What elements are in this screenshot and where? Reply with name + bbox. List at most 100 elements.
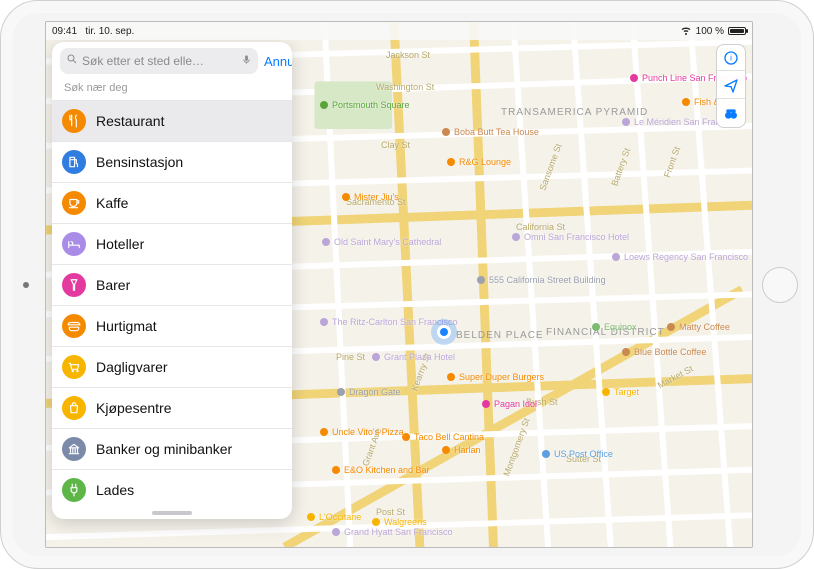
search-panel: Annuller Søk nær deg Restaurant Bensinsta… (52, 42, 292, 519)
category-row-bensinstasjon[interactable]: Bensinstasjon (52, 141, 292, 182)
category-row-dagligvarer[interactable]: Dagligvarer (52, 346, 292, 387)
poi-dot[interactable] (477, 276, 485, 284)
category-row-barer[interactable]: Barer (52, 264, 292, 305)
status-bar: 09:41 tir. 10. sep. 100 % (46, 22, 752, 40)
category-row-hoteller[interactable]: Hoteller (52, 223, 292, 264)
poi-dot[interactable] (372, 518, 380, 526)
poi-dot[interactable] (320, 318, 328, 326)
dictation-icon[interactable] (241, 52, 252, 70)
poi-dot[interactable] (447, 373, 455, 381)
glass-icon (62, 273, 86, 297)
fork-knife-icon (62, 109, 86, 133)
category-label: Kjøpesentre (96, 400, 171, 416)
poi-label[interactable]: Pagan Idol (494, 399, 537, 409)
poi-dot[interactable] (542, 450, 550, 458)
poi-label[interactable]: Grand Hyatt San Francisco (344, 527, 453, 537)
category-row-kj-pesentre[interactable]: Kjøpesentre (52, 387, 292, 428)
category-row-banker-og-minibanker[interactable]: Banker og minibanker (52, 428, 292, 469)
category-label: Hurtigmat (96, 318, 157, 334)
poi-label[interactable]: Target (614, 387, 639, 397)
poi-dot[interactable] (667, 323, 675, 331)
poi-dot[interactable] (447, 158, 455, 166)
search-field[interactable] (60, 48, 258, 74)
district-label: TRANSAMERICA PYRAMID (501, 107, 648, 118)
poi-dot[interactable] (512, 233, 520, 241)
poi-dot[interactable] (372, 353, 380, 361)
sheet-drag-handle[interactable] (152, 511, 192, 515)
category-row-hurtigmat[interactable]: Hurtigmat (52, 305, 292, 346)
search-icon (66, 52, 78, 70)
poi-dot[interactable] (342, 193, 350, 201)
front-camera (23, 282, 29, 288)
poi-dot[interactable] (592, 323, 600, 331)
category-list[interactable]: Restaurant Bensinstasjon Kaffe Hoteller Bare… (52, 100, 292, 505)
poi-dot[interactable] (332, 466, 340, 474)
user-location-dot (437, 325, 451, 339)
section-nearby-label: Søk nær deg (52, 80, 292, 100)
bag-icon (62, 396, 86, 420)
poi-dot[interactable] (332, 528, 340, 536)
category-row-restaurant[interactable]: Restaurant (52, 100, 292, 141)
ipad-device-frame: 09:41 tir. 10. sep. 100 % (0, 0, 814, 569)
category-label: Hoteller (96, 236, 144, 252)
poi-label[interactable]: Old Saint Mary's Cathedral (334, 237, 441, 247)
wifi-icon (680, 24, 692, 39)
poi-dot[interactable] (682, 98, 690, 106)
poi-label[interactable]: Loews Regency San Francisco (624, 252, 748, 262)
category-label: Banker og minibanker (96, 441, 232, 457)
poi-label[interactable]: US Post Office (554, 449, 613, 459)
poi-dot[interactable] (630, 74, 638, 82)
poi-dot[interactable] (320, 101, 328, 109)
poi-label[interactable]: Super Duper Burgers (459, 372, 544, 382)
poi-label[interactable]: Dragon Gate (349, 387, 401, 397)
burger-icon (62, 314, 86, 338)
poi-label[interactable]: Harlan (454, 445, 481, 455)
bed-icon (62, 232, 86, 256)
poi-dot[interactable] (612, 253, 620, 261)
poi-dot[interactable] (622, 348, 630, 356)
poi-label[interactable]: Taco Bell Cantina (414, 432, 484, 442)
poi-label[interactable]: E&O Kitchen and Bar (344, 465, 430, 475)
poi-label[interactable]: L'Occitane (319, 512, 361, 522)
bank-icon (62, 437, 86, 461)
cart-icon (62, 355, 86, 379)
poi-dot[interactable] (602, 388, 610, 396)
poi-label[interactable]: Blue Bottle Coffee (634, 347, 706, 357)
status-date: tir. 10. sep. (85, 26, 134, 37)
poi-dot[interactable] (442, 128, 450, 136)
district-label: BELDEN PLACE (456, 330, 544, 341)
poi-dot[interactable] (442, 446, 450, 454)
poi-dot[interactable] (622, 118, 630, 126)
category-row-kaffe[interactable]: Kaffe (52, 182, 292, 223)
locate-me-button[interactable] (717, 73, 745, 99)
poi-dot[interactable] (337, 388, 345, 396)
poi-dot[interactable] (322, 238, 330, 246)
category-label: Kaffe (96, 195, 128, 211)
poi-label[interactable]: Grant Plaza Hotel (384, 352, 455, 362)
poi-dot[interactable] (307, 513, 315, 521)
poi-label[interactable]: Walgreens (384, 517, 427, 527)
poi-label[interactable]: 555 California Street Building (489, 275, 606, 285)
map-info-button[interactable]: i (717, 45, 745, 71)
poi-label[interactable]: Mister Jiu's (354, 192, 399, 202)
poi-dot[interactable] (320, 428, 328, 436)
poi-label[interactable]: Omni San Francisco Hotel (524, 232, 629, 242)
poi-label[interactable]: Uncle Vito's Pizza (332, 427, 404, 437)
poi-label[interactable]: Equinox (604, 322, 637, 332)
search-input[interactable] (82, 54, 237, 68)
street-label: Washington St (376, 82, 434, 92)
home-button[interactable] (762, 267, 798, 303)
cancel-button[interactable]: Annuller (264, 54, 292, 69)
poi-label[interactable]: Matty Coffee (679, 322, 730, 332)
screen: 09:41 tir. 10. sep. 100 % (45, 21, 753, 548)
binoculars-button[interactable] (717, 101, 745, 127)
street-label: Post St (376, 507, 405, 517)
category-label: Restaurant (96, 113, 164, 129)
svg-text:i: i (730, 53, 732, 62)
poi-label[interactable]: R&G Lounge (459, 157, 511, 167)
poi-label[interactable]: Boba Butt Tea House (454, 127, 539, 137)
poi-dot[interactable] (482, 400, 490, 408)
category-row-lades[interactable]: Lades (52, 469, 292, 505)
category-label: Bensinstasjon (96, 154, 183, 170)
poi-label[interactable]: Portsmouth Square (332, 100, 410, 110)
